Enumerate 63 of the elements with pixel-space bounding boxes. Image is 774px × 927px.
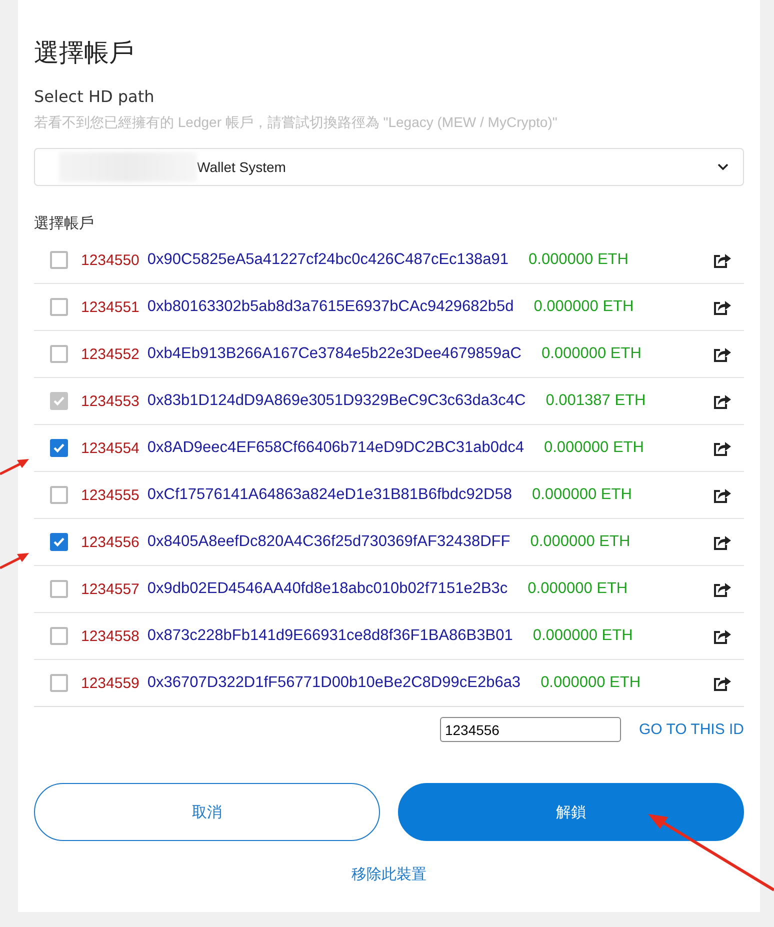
checkbox[interactable]	[50, 580, 68, 598]
account-address: 0x9db02ED4546AA40fd8e18abc010b02f7151e2B3c	[147, 580, 508, 598]
share-icon[interactable]	[712, 345, 732, 363]
hd-path-hint: 若看不到您已經擁有的 Ledger 帳戶，請嘗試切換路徑為 "Legacy (MEW / MyCrypto)"	[34, 114, 558, 132]
share-icon[interactable]	[712, 674, 732, 692]
share-icon[interactable]	[712, 627, 732, 645]
hd-path-label: Select HD path	[34, 87, 156, 106]
account-address: 0xb4Eb913B266A167Ce3784e5b22e3Dee4679859aC	[147, 345, 522, 363]
account-index: 1234555	[81, 486, 140, 504]
remove-device-link[interactable]: 移除此裝置	[352, 865, 426, 884]
account-address: 0x873c228bFb141d9E66931ce8d8f36F1BA86B3B01	[147, 627, 513, 645]
account-index: 1234552	[81, 346, 140, 362]
account-balance: 0.000000 ETH	[530, 533, 630, 551]
share-icon[interactable]	[712, 580, 732, 598]
checkbox[interactable]	[50, 674, 68, 692]
account-balance: 0.001387 ETH	[546, 392, 646, 410]
unlock-button[interactable]: 解鎖	[398, 783, 744, 841]
account-address: 0x83b1D124dD9A869e3051D9329BeC9C3c63da3c4C	[147, 392, 526, 410]
share-icon[interactable]	[712, 533, 732, 551]
account-index: 1234558	[81, 628, 140, 644]
account-address: 0xb80163302b5ab8d3a7615E6937bCAc9429682b5d	[147, 298, 514, 316]
checkbox[interactable]	[50, 486, 68, 504]
account-index: 1234554	[81, 440, 140, 456]
checkbox[interactable]	[50, 298, 68, 316]
share-icon[interactable]	[712, 392, 732, 410]
check-icon	[53, 443, 65, 453]
account-index: 1234553	[81, 392, 140, 410]
account-balance: 0.000000 ETH	[532, 627, 633, 645]
account-address: 0xCf17576141A64863a824eD1e31B81B6fbdc92D58	[147, 486, 512, 504]
checkbox[interactable]	[50, 439, 68, 457]
check-icon	[53, 396, 65, 406]
account-index: 1234559	[81, 674, 140, 692]
checkbox[interactable]	[50, 251, 68, 269]
chevron-down-icon	[717, 163, 729, 171]
account-balance: 0.000000 ETH	[528, 251, 628, 269]
checkbox[interactable]	[50, 627, 68, 645]
account-address: 0x90C5825eA5a41227cf24bc0c426C487cEc138a91	[147, 251, 509, 269]
accounts-label: 選擇帳戶	[34, 214, 95, 233]
account-balance: 0.000000 ETH	[532, 486, 632, 504]
account-address: 0x36707D322D1fF56771D00b10eBe2C8D99cE2b6a3	[147, 674, 521, 692]
check-icon	[53, 537, 65, 547]
account-address: 0x8405A8eefDc820A4C36f25d730369fAF32438DFF	[147, 533, 510, 551]
share-icon[interactable]	[712, 251, 732, 269]
checkbox[interactable]	[50, 345, 68, 363]
share-icon[interactable]	[712, 439, 732, 457]
hd-path-dropdown[interactable]: Wallet System	[34, 148, 744, 186]
account-index: 1234550	[81, 252, 140, 268]
account-address: 0x8AD9eec4EF658Cf66406b714eD9DC2BC31ab0dc4	[147, 439, 524, 457]
account-id-field[interactable]: 1234556	[440, 717, 621, 742]
cancel-button[interactable]: 取消	[34, 783, 380, 841]
account-balance: 0.000000 ETH	[540, 674, 641, 692]
share-icon[interactable]	[712, 298, 732, 316]
account-balance: 0.000000 ETH	[528, 580, 628, 598]
share-icon[interactable]	[712, 486, 732, 504]
account-index: 1234556	[81, 534, 140, 550]
account-balance: 0.000000 ETH	[534, 298, 634, 316]
account-balance: 0.000000 ETH	[544, 439, 644, 457]
account-balance: 0.000000 ETH	[541, 345, 642, 363]
dialog-title: 選擇帳戶	[34, 37, 135, 69]
checkbox[interactable]	[50, 533, 68, 551]
account-index: 1234551	[81, 298, 140, 316]
account-index: 1234557	[81, 580, 140, 598]
go-to-id-link[interactable]: GO TO THIS ID	[638, 721, 744, 738]
